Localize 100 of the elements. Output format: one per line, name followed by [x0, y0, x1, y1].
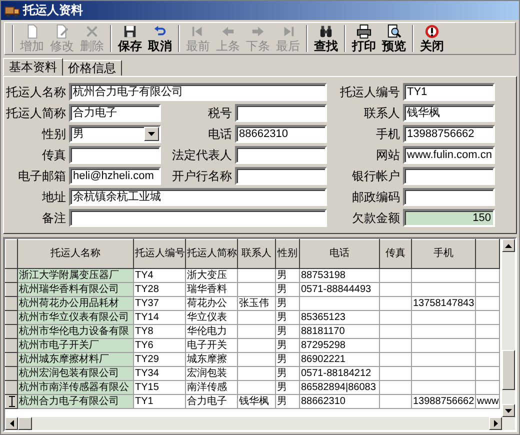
input-field[interactable]: heli@hzheli.com	[69, 167, 161, 185]
table-cell: 88181170	[300, 324, 380, 338]
field-label: 联系人	[363, 106, 400, 120]
table-cell	[412, 352, 476, 366]
table-cell	[380, 380, 412, 394]
toolbar-button[interactable]: 打印	[349, 23, 379, 54]
vertical-scrollbar[interactable]	[502, 239, 515, 417]
input-field[interactable]: TY1	[403, 83, 495, 101]
table-cell	[476, 324, 500, 338]
table-cell	[476, 296, 500, 310]
scrollbar-thumb[interactable]	[18, 417, 32, 430]
toolbar-button[interactable]: 取消	[145, 23, 175, 54]
row-selector[interactable]	[6, 296, 18, 310]
field-label: 电话	[207, 126, 232, 142]
table-cell	[476, 268, 500, 282]
toolbar-button[interactable]: 关闭	[417, 23, 447, 54]
input-field[interactable]: 钱华枫	[403, 104, 495, 122]
row-selector[interactable]	[6, 394, 18, 408]
table-cell: TY1	[134, 394, 186, 408]
row-selector[interactable]	[6, 380, 18, 394]
scroll-down-button[interactable]	[502, 404, 515, 417]
column-header[interactable]: 托运人名称	[18, 240, 134, 268]
table-cell: 男	[276, 338, 300, 352]
table-cell: 男	[276, 324, 300, 338]
input-field[interactable]	[403, 188, 495, 206]
table-cell: 87295298	[300, 338, 380, 352]
corner-header	[6, 240, 18, 268]
table-cell: 男	[276, 282, 300, 296]
scrollbar-thumb[interactable]	[502, 350, 515, 390]
table-cell	[238, 352, 276, 366]
field-label: 银行帐户	[351, 168, 400, 184]
right-arrow-icon	[494, 420, 498, 427]
field-label: 法定代表人	[171, 148, 232, 162]
input-field[interactable]: 13988756662	[403, 125, 495, 143]
field-label: 地址	[41, 190, 66, 204]
column-header[interactable]: 手机	[412, 240, 476, 268]
scroll-up-button[interactable]	[502, 239, 515, 252]
row-selector[interactable]	[6, 338, 18, 352]
scroll-right-button[interactable]	[489, 417, 502, 430]
input-field[interactable]: 合力电子	[69, 104, 161, 122]
row-selector[interactable]	[6, 352, 18, 366]
table-cell: www	[476, 394, 500, 408]
truck-icon	[4, 4, 20, 18]
column-header[interactable]: 联系人	[238, 240, 276, 268]
tab[interactable]: 价格信息	[62, 60, 122, 76]
input-field[interactable]	[69, 209, 327, 227]
input-field[interactable]	[69, 146, 161, 164]
input-field[interactable]: 余杭镇余杭工业城	[69, 188, 327, 206]
left-arrow-icon	[220, 24, 236, 39]
horizontal-scrollbar[interactable]	[5, 417, 515, 430]
table-cell	[412, 268, 476, 282]
table-cell: 13758147843	[412, 296, 476, 310]
table-cell: 88753198	[300, 268, 380, 282]
field-label: 税号	[207, 106, 232, 120]
table-cell	[476, 338, 500, 352]
input-field[interactable]: 88662310	[235, 125, 327, 143]
input-field[interactable]: 杭州合力电子有限公司	[69, 83, 327, 101]
scroll-left-button[interactable]	[5, 417, 18, 430]
table-cell: TY29	[134, 352, 186, 366]
row-selector[interactable]	[6, 324, 18, 338]
table-cell	[476, 282, 500, 296]
input-field[interactable]: 150	[403, 209, 495, 227]
table-cell: 88662310	[300, 394, 380, 408]
toolbar-button[interactable]: 预览	[379, 23, 409, 54]
table-cell: TY14	[134, 310, 186, 324]
field-label: 备注	[41, 210, 66, 226]
table-cell	[380, 310, 412, 324]
toolbar-button[interactable]: 保存	[115, 23, 145, 54]
column-header[interactable]: 传真	[380, 240, 412, 268]
table-cell: 华伦电力	[186, 324, 238, 338]
input-field[interactable]	[235, 167, 327, 185]
column-header[interactable]: 性别	[276, 240, 300, 268]
input-field[interactable]	[235, 104, 327, 122]
dropdown[interactable]: 男	[69, 125, 161, 143]
row-selector[interactable]	[6, 282, 18, 296]
text-cursor-icon	[8, 396, 14, 407]
column-header[interactable]: 托运人简称	[186, 240, 238, 268]
field-label: 性别	[40, 126, 66, 142]
up-arrow-icon	[505, 244, 512, 248]
table-cell	[476, 380, 500, 394]
field-label: 托运人名称	[6, 84, 66, 100]
input-field[interactable]	[235, 146, 327, 164]
row-selector[interactable]	[6, 310, 18, 324]
tab[interactable]: 基本资料	[3, 58, 63, 76]
column-header[interactable]: 托运人编号	[134, 240, 186, 268]
input-field[interactable]	[403, 167, 495, 185]
table-cell: 男	[276, 394, 300, 408]
column-header[interactable]: 电话	[300, 240, 380, 268]
table-cell: TY8	[134, 324, 186, 338]
table-cell	[238, 310, 276, 324]
row-selector[interactable]	[6, 366, 18, 380]
left-arrow-icon	[10, 420, 14, 427]
column-header[interactable]	[476, 240, 500, 268]
down-arrow-icon	[505, 408, 512, 412]
row-selector[interactable]	[6, 268, 18, 282]
table-cell	[380, 352, 412, 366]
table-cell	[380, 338, 412, 352]
input-field[interactable]: www.fulin.com.cn	[403, 146, 495, 164]
toolbar-button[interactable]: 查找	[311, 23, 341, 54]
field-label: 手机	[375, 126, 400, 142]
